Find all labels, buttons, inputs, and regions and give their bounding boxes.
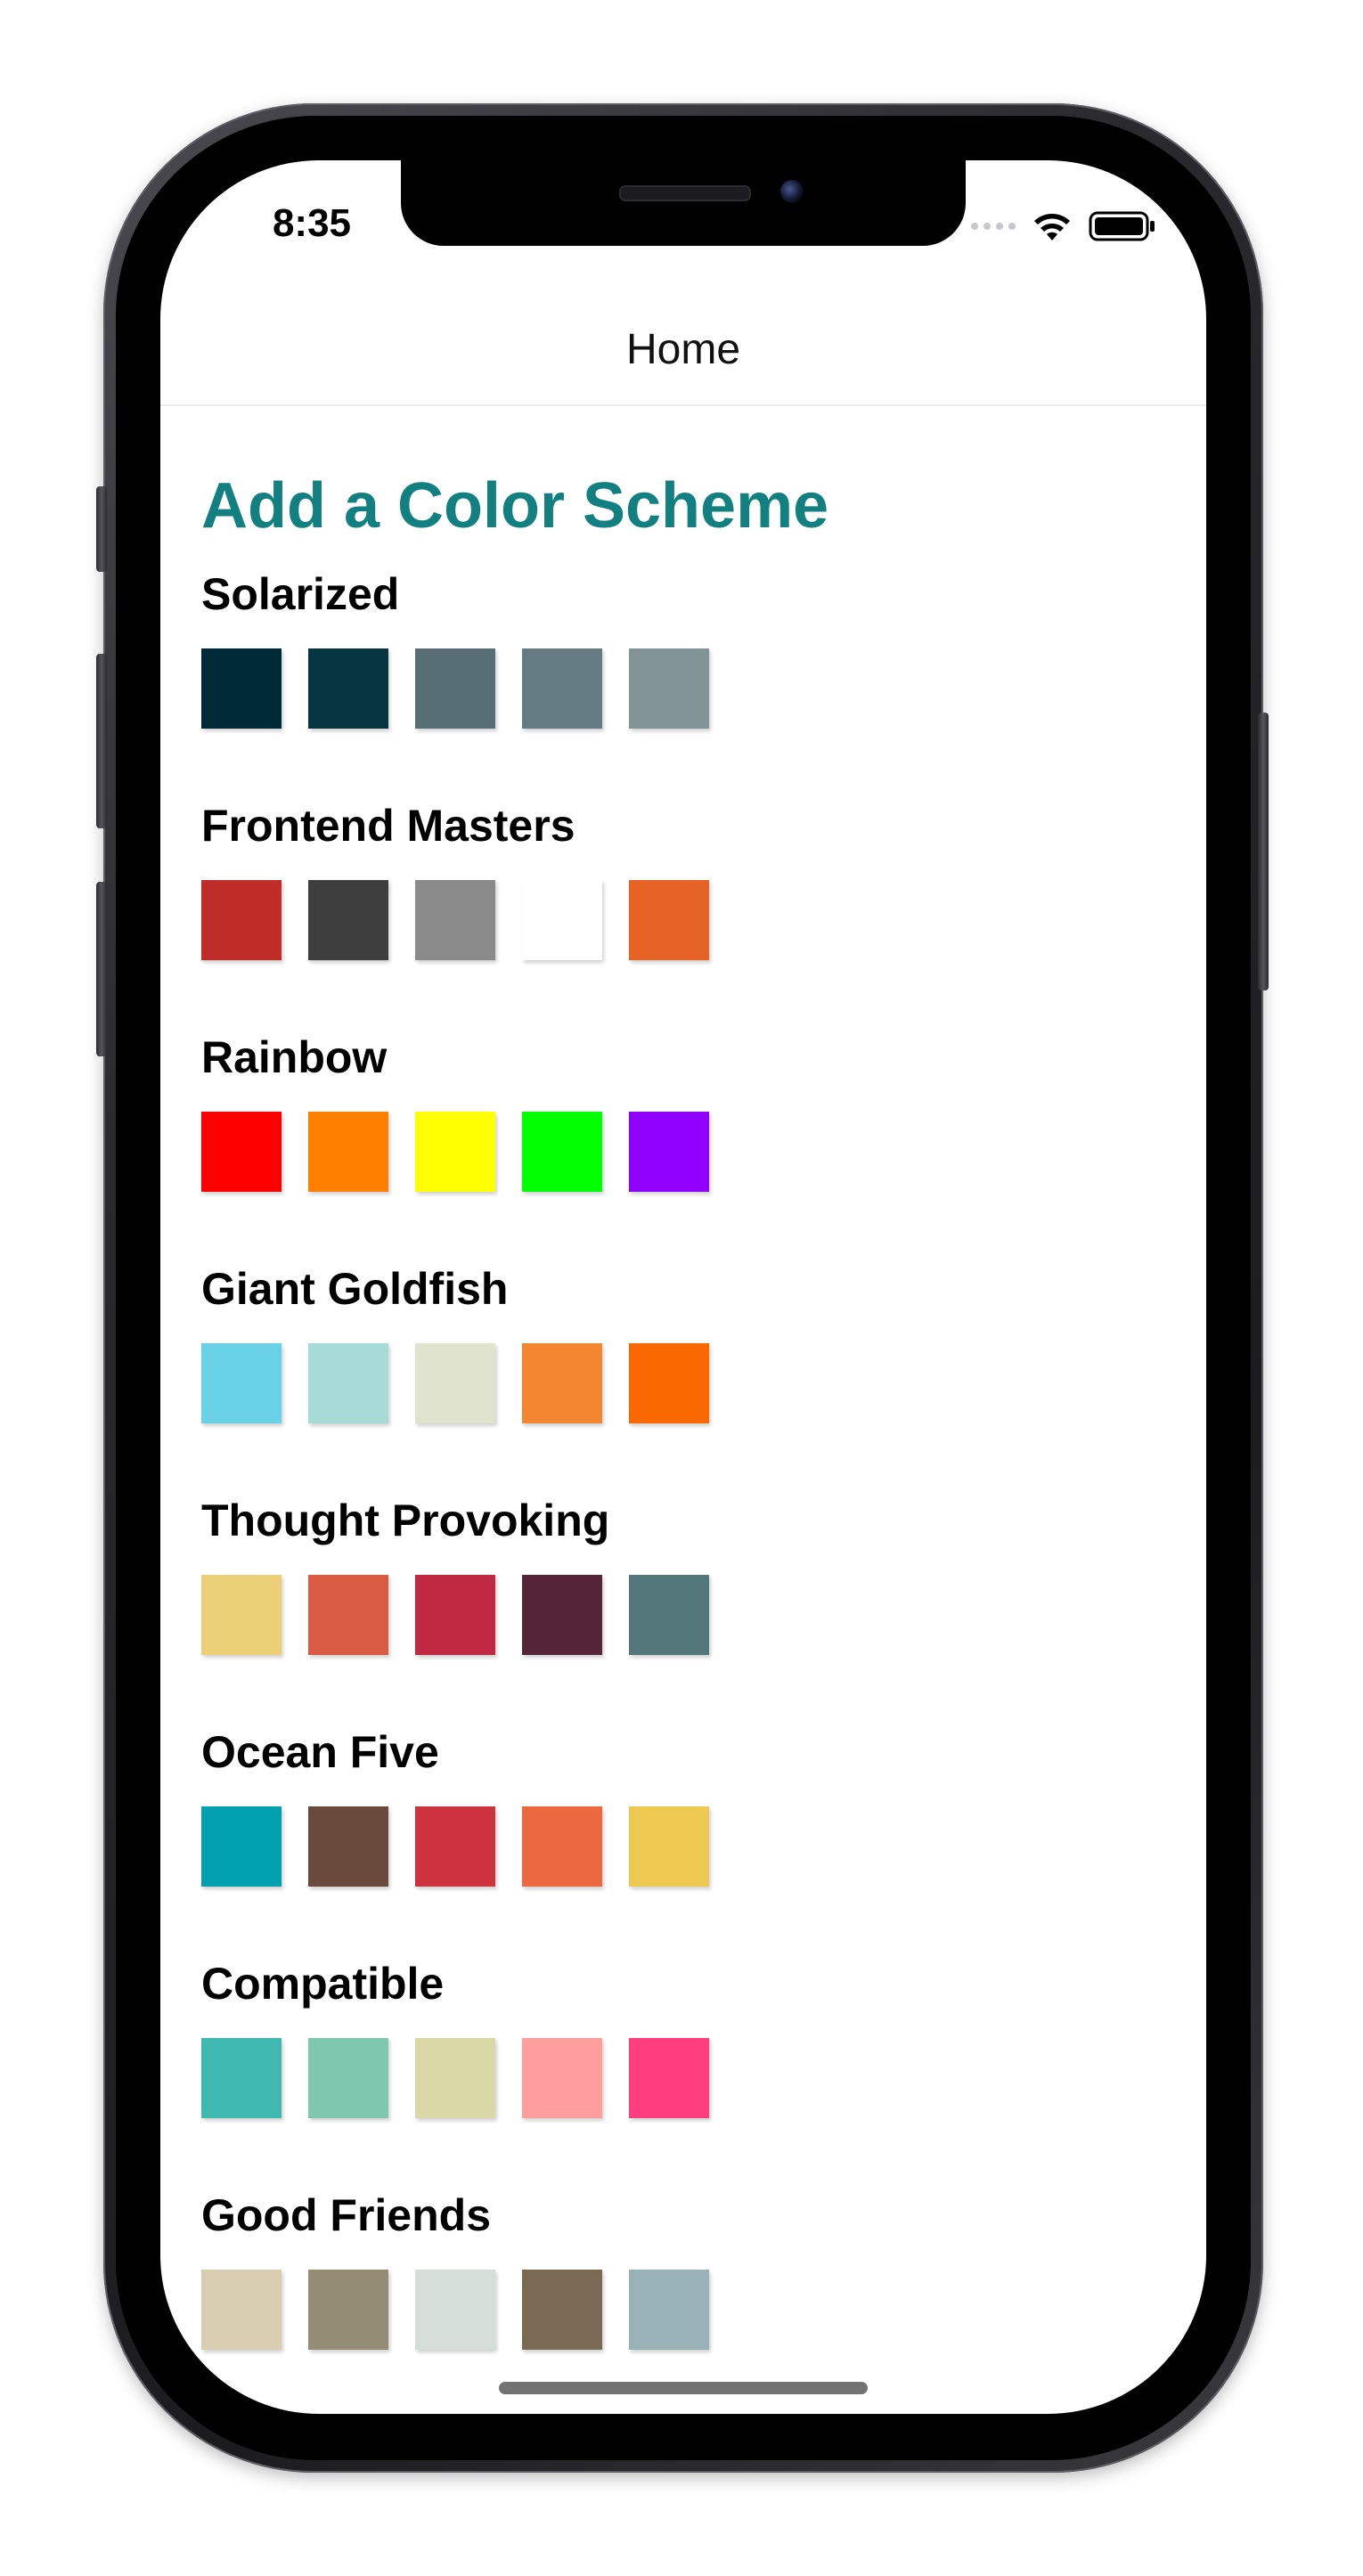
- scheme-title: Good Friends: [201, 2190, 491, 2240]
- color-swatch: [629, 2038, 709, 2118]
- swatch-row: [201, 1112, 1181, 1192]
- color-scheme-list[interactable]: Add a Color Scheme Solarized Frontend Mas…: [201, 463, 1181, 2414]
- swatch-row: [201, 1806, 1181, 1887]
- color-swatch: [522, 880, 602, 960]
- mute-switch: [96, 486, 107, 572]
- scheme-title: Thought Provoking: [201, 1496, 610, 1545]
- color-swatch: [629, 1112, 709, 1192]
- battery-icon: [1089, 211, 1155, 241]
- swatch-row: [201, 880, 1181, 960]
- schemes-container: Solarized Frontend Masters Rainbow Giant Go…: [201, 563, 1181, 2414]
- color-scheme-item[interactable]: Giant Goldfish: [201, 1258, 1181, 1489]
- color-swatch: [308, 648, 388, 729]
- color-swatch: [415, 1806, 495, 1887]
- navigation-bar: Home: [160, 294, 1206, 406]
- color-scheme-item[interactable]: Compatible: [201, 1952, 1181, 2184]
- color-swatch: [201, 1575, 282, 1655]
- nav-title: Home: [625, 325, 741, 373]
- scheme-title: Compatible: [201, 1959, 445, 2009]
- volume-down-button: [96, 882, 107, 1056]
- swatch-row: [201, 2270, 1181, 2350]
- color-scheme-item[interactable]: Rainbow: [201, 1026, 1181, 1258]
- wifi-icon: [1034, 214, 1070, 240]
- color-swatch: [308, 1575, 388, 1655]
- status-bar-icons: [971, 208, 1156, 244]
- color-swatch: [522, 1575, 602, 1655]
- color-swatch: [522, 1343, 602, 1423]
- status-bar-time: 8:35: [272, 201, 352, 245]
- color-swatch: [415, 1343, 495, 1423]
- cellular-signal-icon: [971, 223, 1016, 230]
- color-swatch: [415, 880, 495, 960]
- color-swatch: [201, 2038, 282, 2118]
- front-camera-icon: [780, 180, 804, 203]
- color-swatch: [308, 2038, 388, 2118]
- color-swatch: [308, 1343, 388, 1423]
- color-swatch: [308, 1112, 388, 1192]
- color-swatch: [201, 1112, 282, 1192]
- scheme-title: Solarized: [201, 569, 400, 619]
- color-swatch: [415, 1112, 495, 1192]
- color-swatch: [201, 1806, 282, 1887]
- color-swatch: [522, 648, 602, 729]
- color-swatch: [522, 2270, 602, 2350]
- earpiece-speaker: [619, 185, 751, 201]
- swatch-row: [201, 1343, 1181, 1423]
- scheme-title: Frontend Masters: [201, 801, 575, 851]
- color-swatch: [629, 2270, 709, 2350]
- color-swatch: [522, 1806, 602, 1887]
- color-swatch: [629, 1806, 709, 1887]
- page-title: Add a Color Scheme: [201, 470, 829, 542]
- color-swatch: [201, 2270, 282, 2350]
- color-swatch: [308, 2270, 388, 2350]
- color-swatch: [415, 1575, 495, 1655]
- scheme-title: Ocean Five: [201, 1727, 439, 1777]
- color-swatch: [201, 1343, 282, 1423]
- color-swatch: [415, 648, 495, 729]
- screenshot-stage: 8:35 Home Add a Color Scheme Solarized Fr…: [0, 0, 1363, 2576]
- color-swatch: [308, 1806, 388, 1887]
- swatch-row: [201, 2038, 1181, 2118]
- scheme-title: Rainbow: [201, 1032, 388, 1082]
- scheme-title: Giant Goldfish: [201, 1264, 509, 1314]
- color-scheme-item[interactable]: Frontend Masters: [201, 795, 1181, 1026]
- camera-notch: [401, 160, 966, 246]
- color-swatch: [308, 880, 388, 960]
- color-swatch: [629, 1575, 709, 1655]
- power-button: [1258, 713, 1269, 990]
- color-swatch: [629, 880, 709, 960]
- volume-up-button: [96, 654, 107, 828]
- device-screen: 8:35 Home Add a Color Scheme Solarized Fr…: [160, 160, 1206, 2414]
- color-swatch: [201, 880, 282, 960]
- color-swatch: [629, 1343, 709, 1423]
- color-swatch: [522, 1112, 602, 1192]
- color-swatch: [629, 648, 709, 729]
- color-scheme-item[interactable]: Solarized: [201, 563, 1181, 795]
- color-swatch: [201, 648, 282, 729]
- color-swatch: [522, 2038, 602, 2118]
- swatch-row: [201, 1575, 1181, 1655]
- home-indicator[interactable]: [499, 2382, 868, 2394]
- color-swatch: [415, 2038, 495, 2118]
- color-swatch: [415, 2270, 495, 2350]
- swatch-row: [201, 648, 1181, 729]
- color-scheme-item[interactable]: Ocean Five: [201, 1721, 1181, 1952]
- color-scheme-item[interactable]: Good Friends: [201, 2184, 1181, 2414]
- color-scheme-item[interactable]: Thought Provoking: [201, 1489, 1181, 1721]
